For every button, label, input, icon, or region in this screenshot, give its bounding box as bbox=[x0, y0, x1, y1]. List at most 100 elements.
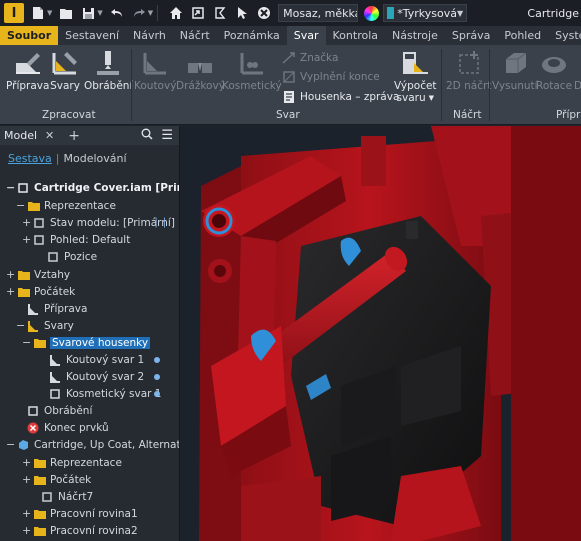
tree-item[interactable]: Konec prvků bbox=[0, 419, 179, 436]
tree-item[interactable]: + Počátek bbox=[0, 283, 179, 300]
expand-icon[interactable]: + bbox=[22, 456, 31, 469]
select-icon[interactable] bbox=[234, 5, 250, 21]
tree-item-label: Cartridge, Up Coat, Alternate:1 bbox=[34, 438, 180, 451]
subtab-modeling[interactable]: Modelování bbox=[64, 152, 127, 165]
tab-assemble[interactable]: Sestavení bbox=[58, 26, 126, 45]
work-plane-icon bbox=[33, 508, 47, 520]
end-of-features-icon bbox=[27, 422, 41, 434]
tree-item[interactable]: Koutový svar 2 bbox=[0, 368, 179, 385]
collapse-icon[interactable]: − bbox=[16, 319, 25, 332]
end-fill-button[interactable]: Vyplnění konce bbox=[282, 70, 380, 84]
tree-item[interactable]: Koutový svar 1 bbox=[0, 351, 179, 368]
weld-calculator-icon bbox=[400, 49, 430, 77]
search-icon[interactable] bbox=[141, 128, 153, 143]
tree-item[interactable]: Obrábění bbox=[0, 402, 179, 419]
material-select[interactable]: Mosaz, měkká ▼ bbox=[278, 4, 359, 22]
tree-item[interactable]: − Cartridge Cover.iam [Primární] bbox=[0, 179, 179, 196]
expand-icon[interactable]: + bbox=[22, 507, 31, 520]
tree-item[interactable]: + Stav modelu: [Primární] ❘❘ bbox=[0, 214, 179, 231]
collapse-icon[interactable]: − bbox=[6, 181, 15, 194]
tree-item[interactable]: − Svarové housenky bbox=[0, 334, 179, 351]
welds-label: Svary bbox=[50, 80, 80, 92]
home-icon[interactable] bbox=[168, 5, 184, 21]
weld-symbol-button[interactable]: Značka bbox=[282, 51, 338, 65]
save-dropdown-icon[interactable]: ▼ bbox=[97, 9, 102, 17]
graphics-viewport[interactable] bbox=[181, 126, 581, 541]
welds-button[interactable]: Svary bbox=[50, 49, 80, 92]
tab-weld[interactable]: Svar bbox=[286, 26, 326, 45]
undo-icon[interactable] bbox=[109, 5, 125, 21]
tree-item-label: Vztahy bbox=[34, 268, 71, 281]
tab-manage[interactable]: Správa bbox=[445, 26, 497, 45]
tree-item[interactable]: Pozice bbox=[0, 248, 179, 265]
machining-button[interactable]: Obrábění bbox=[84, 49, 132, 92]
expand-icon[interactable]: + bbox=[22, 524, 31, 537]
tab-environments[interactable]: Systémové prostředí bbox=[548, 26, 581, 45]
collapse-icon[interactable]: − bbox=[16, 199, 25, 212]
return-icon[interactable] bbox=[190, 5, 206, 21]
weld-calculator-button[interactable]: Výpočet svaru ▼ bbox=[394, 49, 437, 104]
assembly-3d-view[interactable] bbox=[181, 126, 581, 541]
subtab-assembly[interactable]: Sestava bbox=[8, 152, 52, 165]
tree-item[interactable]: − Svary bbox=[0, 317, 179, 334]
tree-item[interactable]: − Cartridge, Up Coat, Alternate:1 bbox=[0, 436, 180, 453]
open-icon[interactable] bbox=[58, 5, 74, 21]
app-logo-icon[interactable]: I bbox=[4, 3, 24, 23]
folder-icon bbox=[33, 474, 47, 486]
expand-icon[interactable]: + bbox=[22, 233, 31, 246]
collapse-icon[interactable]: − bbox=[6, 438, 15, 451]
assembly-icon bbox=[17, 182, 31, 194]
new-dropdown-icon[interactable]: ▼ bbox=[47, 9, 52, 17]
redo-icon[interactable] bbox=[131, 5, 147, 21]
expand-icon[interactable]: + bbox=[22, 473, 31, 486]
adjust-icon[interactable] bbox=[256, 5, 272, 21]
tree-item[interactable]: Náčrt7 bbox=[0, 488, 179, 505]
revolve-button[interactable]: Rotace bbox=[536, 49, 572, 92]
appearance-swatch bbox=[387, 7, 395, 19]
groove-weld-button[interactable]: Drážkový bbox=[176, 49, 225, 92]
cosmetic-weld-icon bbox=[237, 49, 267, 77]
expand-icon[interactable]: + bbox=[6, 285, 15, 298]
bead-report-button[interactable]: Housenka – zpráva bbox=[282, 90, 399, 104]
extrude-button[interactable]: Vysunutí bbox=[492, 49, 538, 92]
tab-annotate[interactable]: Poznámka bbox=[217, 26, 287, 45]
expand-icon[interactable]: + bbox=[22, 216, 31, 229]
tree-item[interactable]: + Pracovní rovina2 bbox=[0, 522, 179, 539]
appearance-select[interactable]: *Tyrkysová ▼ bbox=[383, 4, 468, 22]
group-divider bbox=[489, 49, 490, 121]
color-wheel-icon[interactable] bbox=[364, 5, 380, 21]
save-icon[interactable] bbox=[80, 5, 96, 21]
expand-icon[interactable]: + bbox=[6, 268, 15, 281]
redo-dropdown-icon[interactable]: ▼ bbox=[148, 9, 153, 17]
fillet-weld-button[interactable]: Koutový bbox=[134, 49, 176, 92]
tab-file[interactable]: Soubor bbox=[0, 26, 59, 45]
tree-item[interactable]: + Vztahy bbox=[0, 266, 179, 283]
chevron-down-icon[interactable]: ▼ bbox=[429, 94, 434, 102]
tree-item[interactable]: + Pracovní rovina1 bbox=[0, 505, 179, 522]
tab-view[interactable]: Pohled bbox=[497, 26, 548, 45]
tab-sketch[interactable]: Náčrt bbox=[173, 26, 217, 45]
add-tab-icon[interactable]: + bbox=[68, 128, 80, 144]
close-icon[interactable]: ✕ bbox=[45, 129, 54, 142]
cosmetic-weld-button[interactable]: Kosmetický bbox=[222, 49, 282, 92]
new-icon[interactable] bbox=[30, 5, 46, 21]
tab-design[interactable]: Návrh bbox=[126, 26, 173, 45]
tree-item[interactable]: Příprava bbox=[0, 300, 179, 317]
preparation-icon bbox=[13, 49, 43, 77]
tree-item[interactable]: + Reprezentace bbox=[0, 454, 179, 471]
tree-item[interactable]: − Reprezentace bbox=[0, 197, 179, 214]
tree-item[interactable]: + Počátek bbox=[0, 471, 179, 488]
preparation-button[interactable]: Příprava bbox=[6, 49, 49, 92]
tab-inspect[interactable]: Kontrola bbox=[326, 26, 386, 45]
update-icon[interactable] bbox=[212, 5, 228, 21]
tree-item[interactable]: + Pohled: Default bbox=[0, 231, 179, 248]
bead-report-icon bbox=[282, 90, 296, 104]
sketch-2d-button[interactable]: 2D náčrt bbox=[446, 49, 491, 92]
tab-tools[interactable]: Nástroje bbox=[385, 26, 445, 45]
more-modify-button[interactable]: D bbox=[574, 49, 581, 92]
browser-tab-model[interactable]: Model bbox=[4, 129, 37, 142]
hamburger-menu-icon[interactable]: ☰ bbox=[161, 128, 173, 143]
tree-item-label: Konec prvků bbox=[44, 421, 109, 434]
collapse-icon[interactable]: − bbox=[22, 336, 31, 349]
tree-item[interactable]: Kosmetický svar 1 bbox=[0, 385, 179, 402]
